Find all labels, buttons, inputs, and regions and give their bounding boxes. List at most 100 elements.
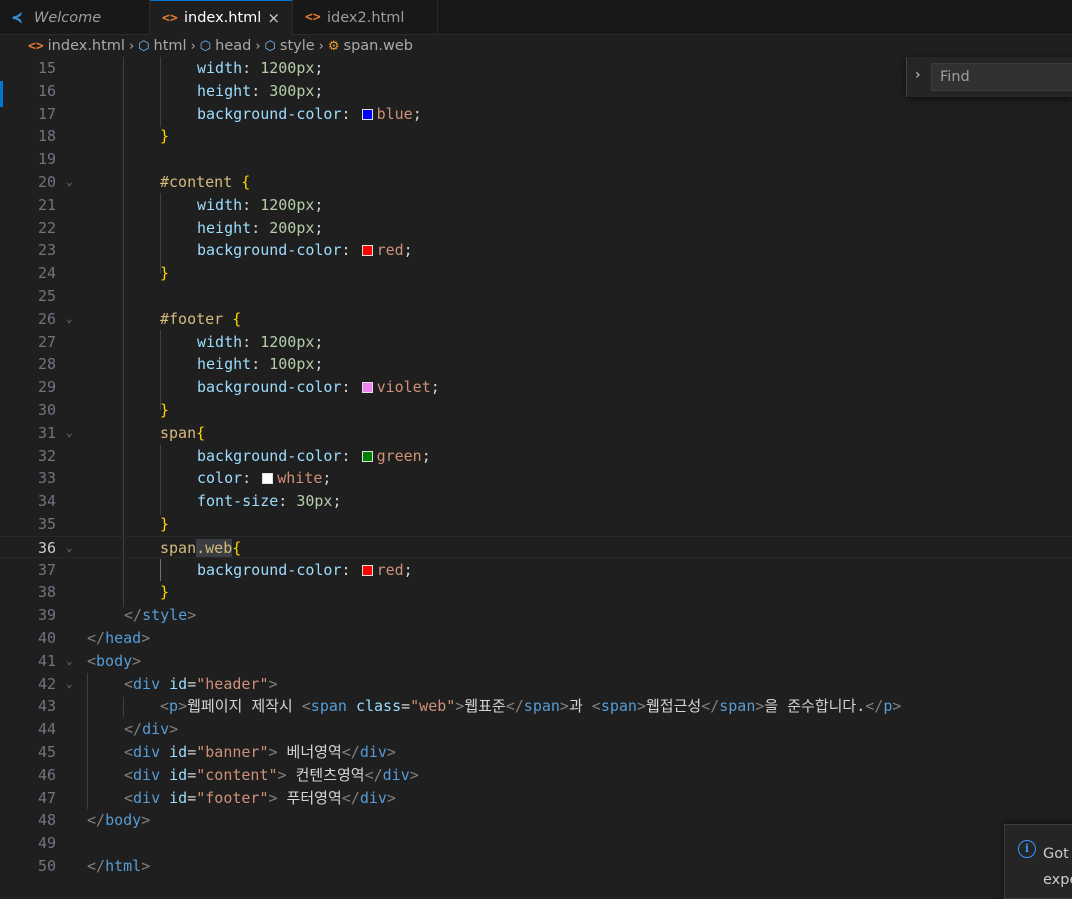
code-line[interactable]: 25 — [0, 285, 1072, 307]
html-file-icon: <> — [162, 10, 178, 26]
fold-chevron-icon[interactable]: ⌄ — [66, 537, 73, 559]
code-line[interactable]: 47 <div id="footer"> 푸터영역</div> — [0, 787, 1072, 809]
toggle-replace-chevron-icon[interactable]: › — [915, 67, 921, 83]
breadcrumb-item-head[interactable]: ⬡ head — [200, 38, 252, 54]
code-line[interactable]: 35} — [0, 513, 1072, 535]
code-token: > — [268, 743, 278, 761]
code-token: div — [133, 743, 161, 761]
code-token: : — [341, 378, 360, 397]
code-line[interactable]: 48 </body> — [0, 809, 1072, 831]
code-token: : — [251, 81, 270, 100]
code-line[interactable]: 33 color: white; — [0, 467, 1072, 489]
fold-chevron-icon[interactable]: ⌄ — [66, 308, 73, 330]
code-token: { — [232, 538, 242, 557]
code-line[interactable]: 29 background-color: violet; — [0, 376, 1072, 398]
element-cube-icon: ⬡ — [199, 38, 212, 54]
code-line[interactable]: 22 height: 200px; — [0, 217, 1072, 239]
vscode-logo-icon: ≺ — [12, 7, 23, 28]
find-input[interactable]: Find — [931, 63, 1072, 91]
code-line[interactable]: 30} — [0, 399, 1072, 421]
code-text: #content { — [160, 171, 250, 193]
code-line[interactable]: 34 font-size: 30px; — [0, 490, 1072, 512]
code-line[interactable]: 27 width: 1200px; — [0, 331, 1072, 353]
color-swatch[interactable] — [361, 108, 373, 120]
code-token: </ — [364, 765, 383, 784]
fold-chevron-icon[interactable]: ⌄ — [66, 171, 73, 193]
fold-chevron-icon[interactable]: ⌄ — [66, 422, 73, 444]
code-line[interactable]: 39 </style> — [0, 604, 1072, 626]
color-swatch[interactable] — [361, 564, 373, 576]
code-line[interactable]: 32 background-color: green; — [0, 445, 1072, 467]
line-number: 39 — [37, 606, 56, 625]
code-line[interactable]: 24} — [0, 262, 1072, 284]
code-line[interactable]: 40 </head> — [0, 627, 1072, 649]
code-line[interactable]: 36 ⌄ span.web{ — [0, 535, 1072, 559]
code-line[interactable]: 44 </div> — [0, 718, 1072, 740]
element-cube-icon: ⬡ — [138, 38, 150, 54]
code-line[interactable]: 37 background-color: red; — [0, 559, 1072, 581]
line-number: 23 — [37, 241, 56, 260]
code-text: <div id="banner"> 베너영역</div> — [124, 741, 396, 763]
code-line[interactable]: 23 background-color: red; — [0, 239, 1072, 261]
code-token: : — [242, 469, 261, 488]
code-line[interactable]: 26 ⌄ #footer { — [0, 308, 1072, 330]
line-number: 22 — [37, 218, 56, 237]
breadcrumb-item-file[interactable]: <> index.html — [28, 38, 125, 54]
code-token: width — [197, 332, 243, 351]
code-token: "footer" — [196, 788, 269, 807]
fold-chevron-icon[interactable]: ⌄ — [66, 673, 73, 695]
tab-idex2-html[interactable]: <> idex2.html — [293, 0, 438, 35]
code-line[interactable]: 49 — [0, 832, 1072, 854]
code-line[interactable]: 43 <p>웹페이지 제작시 <span class="web">웹표준</spa… — [0, 695, 1072, 717]
code-token: 을 준수합니다. — [764, 697, 866, 716]
code-line[interactable]: 46 <div id="content"> 컨텐츠영역</div> — [0, 764, 1072, 786]
code-line[interactable]: 45 <div id="banner"> 베너영역</div> — [0, 741, 1072, 763]
code-token: 30px — [296, 492, 333, 511]
code-token: color — [197, 469, 243, 488]
code-token: 웹페이지 제작시 — [187, 697, 302, 716]
code-line[interactable]: 19 — [0, 148, 1072, 170]
fold-chevron-icon[interactable]: ⌄ — [66, 650, 73, 672]
line-number: 43 — [37, 697, 56, 716]
close-icon[interactable]: × — [267, 9, 280, 27]
code-token: ; — [430, 378, 440, 397]
code-line[interactable]: 41 ⌄ <body> — [0, 650, 1072, 672]
code-token: > — [386, 788, 396, 807]
code-line[interactable]: 21 width: 1200px; — [0, 194, 1072, 216]
line-number: 19 — [37, 150, 56, 169]
code-line[interactable]: 38} — [0, 581, 1072, 603]
code-editor[interactable]: 15 width: 1200px; 16 height: 300px; 17 backgr… — [0, 57, 1072, 895]
color-swatch[interactable] — [361, 382, 373, 394]
line-number: 48 — [37, 811, 56, 830]
code-text: font-size: 30px; — [197, 490, 342, 512]
code-token: = — [187, 765, 197, 784]
line-number: 17 — [37, 104, 56, 123]
color-swatch[interactable] — [361, 245, 373, 257]
code-token: > — [268, 788, 278, 807]
code-text: color: white; — [197, 467, 331, 489]
tab-welcome[interactable]: ≺ Welcome — [0, 0, 150, 35]
breadcrumb-item-selector[interactable]: ⚙ span.web — [328, 38, 413, 54]
code-line[interactable]: 50 </html> — [0, 855, 1072, 877]
code-line[interactable]: 28 height: 100px; — [0, 353, 1072, 375]
code-line[interactable]: 18} — [0, 125, 1072, 147]
code-token: : — [251, 218, 270, 237]
line-number: 49 — [37, 834, 56, 853]
code-token: < — [124, 788, 134, 807]
code-line[interactable]: 31 ⌄ span{ — [0, 422, 1072, 444]
code-text: background-color: violet; — [197, 376, 440, 398]
code-token: > — [386, 743, 396, 761]
code-token: violet — [376, 378, 431, 397]
tab-index-html[interactable]: <> index.html × — [150, 0, 293, 35]
breadcrumb-item-style[interactable]: ⬡ style — [265, 38, 315, 54]
code-line[interactable]: 17 background-color: blue; — [0, 103, 1072, 125]
code-line[interactable]: 42 ⌄ <div id="header"> — [0, 673, 1072, 695]
color-swatch[interactable] — [361, 450, 373, 462]
color-swatch[interactable] — [262, 473, 274, 485]
code-token: "banner" — [196, 743, 269, 761]
code-token: ; — [314, 218, 324, 237]
element-cube-icon: ⬡ — [264, 38, 276, 54]
code-line[interactable]: 20 ⌄ #content { — [0, 171, 1072, 193]
breadcrumb-item-html[interactable]: ⬡ html — [138, 38, 186, 54]
